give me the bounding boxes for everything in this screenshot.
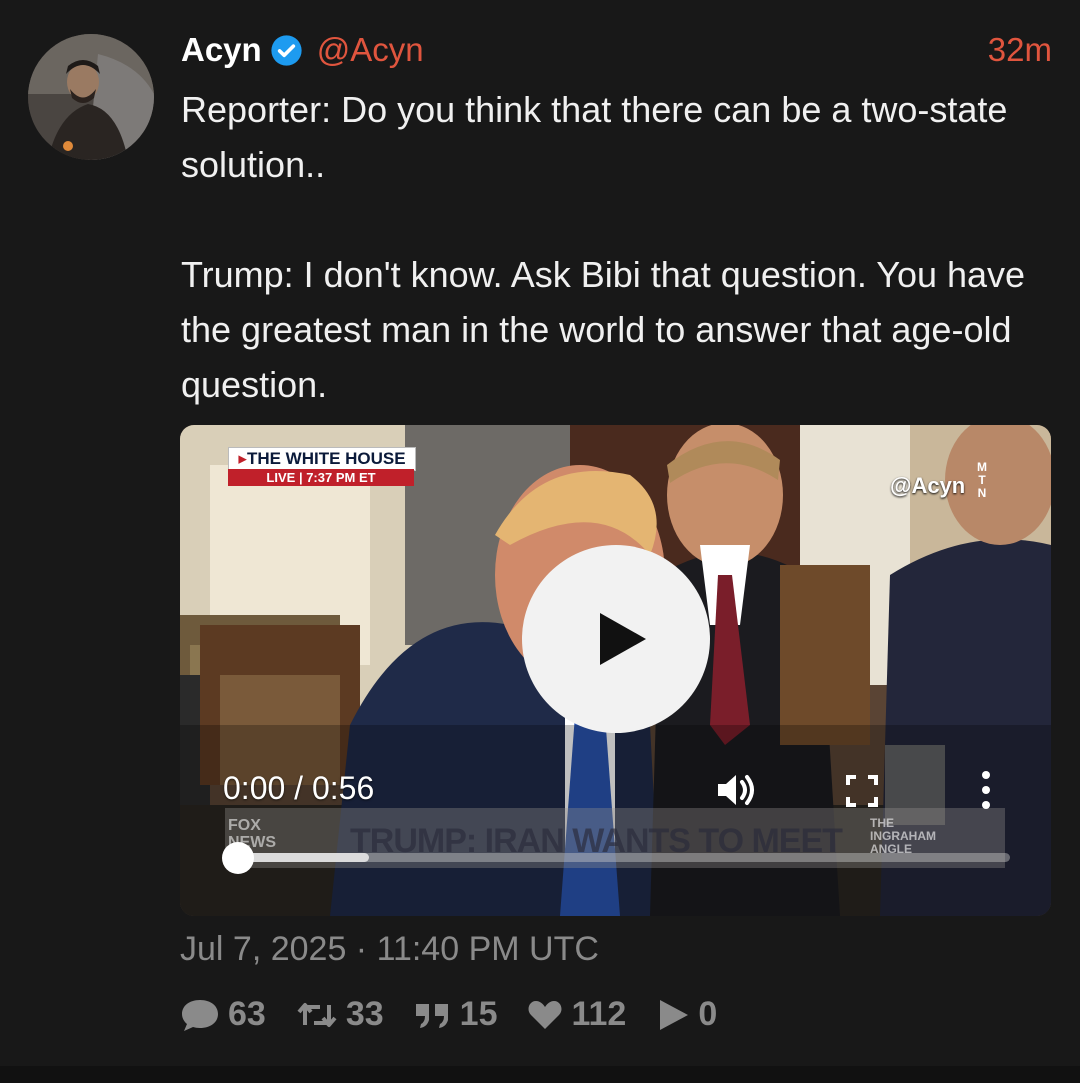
quote-icon [415, 1003, 448, 1028]
verified-badge-icon [271, 34, 302, 66]
like-count: 112 [571, 995, 627, 1033]
views-count: 0 [698, 995, 718, 1033]
live-source-badge: ▸THE WHITE HOUSE [228, 447, 416, 471]
video-time-display: 0:00 / 0:56 [223, 770, 375, 806]
comment-icon [182, 999, 218, 1031]
tweet-date[interactable]: Jul 7, 2025 · 11:40 PM UTC [180, 930, 599, 969]
fullscreen-button[interactable] [844, 773, 880, 809]
views-stat[interactable]: 0 [656, 995, 717, 1034]
volume-icon [718, 775, 754, 805]
reply-count: 63 [228, 995, 266, 1033]
tweet-text: Reporter: Do you think that there can be… [181, 89, 1026, 405]
retweet-count: 33 [345, 995, 384, 1033]
play-icon [600, 613, 646, 665]
fullscreen-icon [846, 775, 878, 807]
tweet-stats: 63 33 15 112 0 [180, 995, 747, 1034]
show-logo: THE INGRAHAM ANGLE [870, 816, 936, 856]
seek-bar[interactable] [238, 853, 1010, 862]
reply-stat[interactable]: 63 [180, 995, 266, 1034]
watermark-handle: @Acyn [890, 473, 966, 498]
seek-buffered [238, 853, 369, 862]
play-count-icon [660, 999, 689, 1030]
live-time-badge: LIVE | 7:37 PM ET [228, 469, 414, 486]
handle[interactable]: @Acyn [317, 31, 424, 69]
retweet-icon [297, 1002, 337, 1027]
watermark-logo: MTN [977, 460, 987, 500]
bottom-divider [0, 1066, 1080, 1083]
tweet-header: Acyn @Acyn 32m [181, 28, 1052, 72]
tweet-card: Acyn @Acyn 32m Reporter: Do you think th… [0, 0, 1080, 1066]
like-stat[interactable]: 112 [527, 995, 626, 1034]
quote-count: 15 [459, 995, 498, 1033]
play-button[interactable] [522, 545, 710, 733]
quote-stat[interactable]: 15 [414, 995, 498, 1034]
video-player[interactable]: ▸THE WHITE HOUSE LIVE | 7:37 PM ET @Acyn… [180, 425, 1051, 916]
heart-icon [529, 1000, 562, 1029]
avatar[interactable] [28, 34, 154, 160]
seek-thumb[interactable] [222, 842, 254, 874]
retweet-stat[interactable]: 33 [296, 995, 384, 1034]
more-options-button[interactable] [976, 769, 996, 811]
volume-button[interactable] [714, 770, 758, 810]
display-name[interactable]: Acyn [181, 31, 262, 69]
avatar-image [28, 34, 154, 160]
timestamp-relative[interactable]: 32m [988, 31, 1052, 69]
more-vertical-icon [982, 771, 990, 809]
